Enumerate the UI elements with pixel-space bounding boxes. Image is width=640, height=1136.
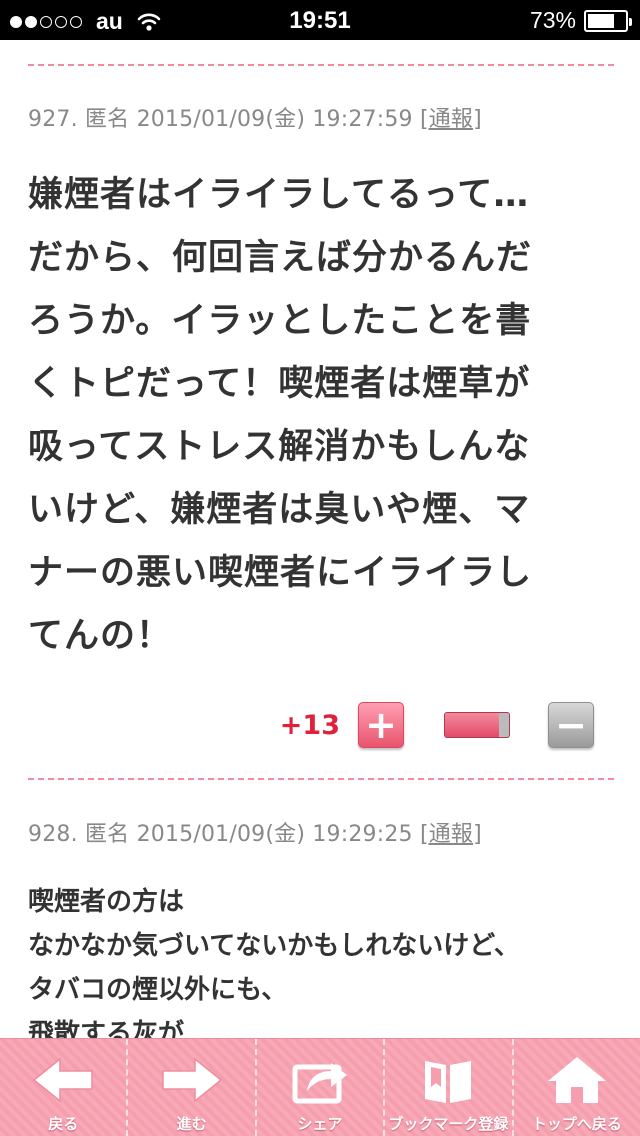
book-icon (425, 1061, 472, 1103)
forward-button[interactable]: 進む (126, 1039, 254, 1136)
comment-divider (28, 778, 614, 780)
top-label: トップへ戻る (531, 1115, 622, 1133)
comment-line: ろうか。イラッとしたことを書 (28, 301, 532, 341)
bottom-toolbar: 戻る 進む シェア ブックマーク登録 トップへ戻る (0, 1038, 640, 1136)
comment-line: ナーの悪い喫煙者にイライラし (28, 553, 533, 593)
comment-line: 吸ってストレス解消かもしんな (28, 427, 531, 467)
report-link[interactable]: [通報] (420, 822, 482, 847)
vote-score: +13 (279, 709, 340, 741)
bookmark-label: ブックマーク登録 (388, 1115, 509, 1133)
status-bar: au 19:51 73% (0, 0, 640, 40)
vote-bar: +13 + − (280, 700, 594, 750)
minus-icon: − (555, 703, 587, 747)
arrow-left-icon (33, 1057, 93, 1103)
comment-meta-text: 928. 匿名 2015/01/09(金) 19:29:25 (28, 822, 420, 847)
comment-line: くトピだって！喫煙者は煙草が (28, 364, 531, 404)
battery-level-fill (588, 13, 615, 28)
comment-body: 嫌煙者はイライラしてるって… だから、何回言えば分かるんだ ろうか。イラッとした… (28, 164, 618, 668)
home-icon (547, 1057, 606, 1103)
share-icon (292, 1063, 348, 1104)
vote-ratio-fill (445, 713, 500, 737)
report-link[interactable]: [通報] (420, 107, 482, 132)
top-button[interactable]: トップへ戻る (511, 1039, 640, 1136)
share-label: シェア (297, 1115, 343, 1133)
comment-line: 嫌煙者はイライラしてるって… (28, 175, 530, 215)
battery-percent: 73% (529, 7, 576, 33)
comment-meta: 928. 匿名 2015/01/09(金) 19:29:25 [通報] (28, 816, 482, 848)
back-label: 戻る (48, 1115, 79, 1133)
back-button[interactable]: 戻る (0, 1039, 126, 1136)
bookmark-button[interactable]: ブックマーク登録 (383, 1039, 511, 1136)
comment-meta-text: 927. 匿名 2015/01/09(金) 19:27:59 (28, 107, 420, 132)
minus-vote-button[interactable]: − (548, 702, 594, 748)
share-button[interactable]: シェア (254, 1039, 383, 1136)
forward-label: 進む (176, 1115, 207, 1133)
comment-line: いけど、嫌煙者は臭いや煙、マ (28, 490, 531, 530)
vote-ratio-bar (444, 712, 510, 738)
battery-tip (629, 17, 632, 26)
plus-vote-button[interactable]: + (358, 702, 404, 748)
comment-line: だから、何回言えば分かるんだ (28, 238, 533, 278)
comment-line: てんの！ (28, 616, 173, 656)
comment-line: なかなか気づいてないかもしれないけど、 (28, 931, 520, 961)
comment-body: 喫煙者の方は なかなか気づいてないかもしれないけど、 タバコの煙以外にも、 飛散… (28, 880, 618, 1056)
arrow-right-icon (161, 1057, 222, 1103)
battery-icon (584, 9, 632, 32)
comment-divider (28, 64, 614, 66)
comment-meta: 927. 匿名 2015/01/09(金) 19:27:59 [通報] (28, 101, 482, 133)
comment-line: 喫煙者の方は (28, 887, 185, 917)
status-right: 73% (529, 7, 632, 34)
plus-icon: + (365, 703, 397, 747)
comment-line: タバコの煙以外にも、 (28, 975, 288, 1005)
